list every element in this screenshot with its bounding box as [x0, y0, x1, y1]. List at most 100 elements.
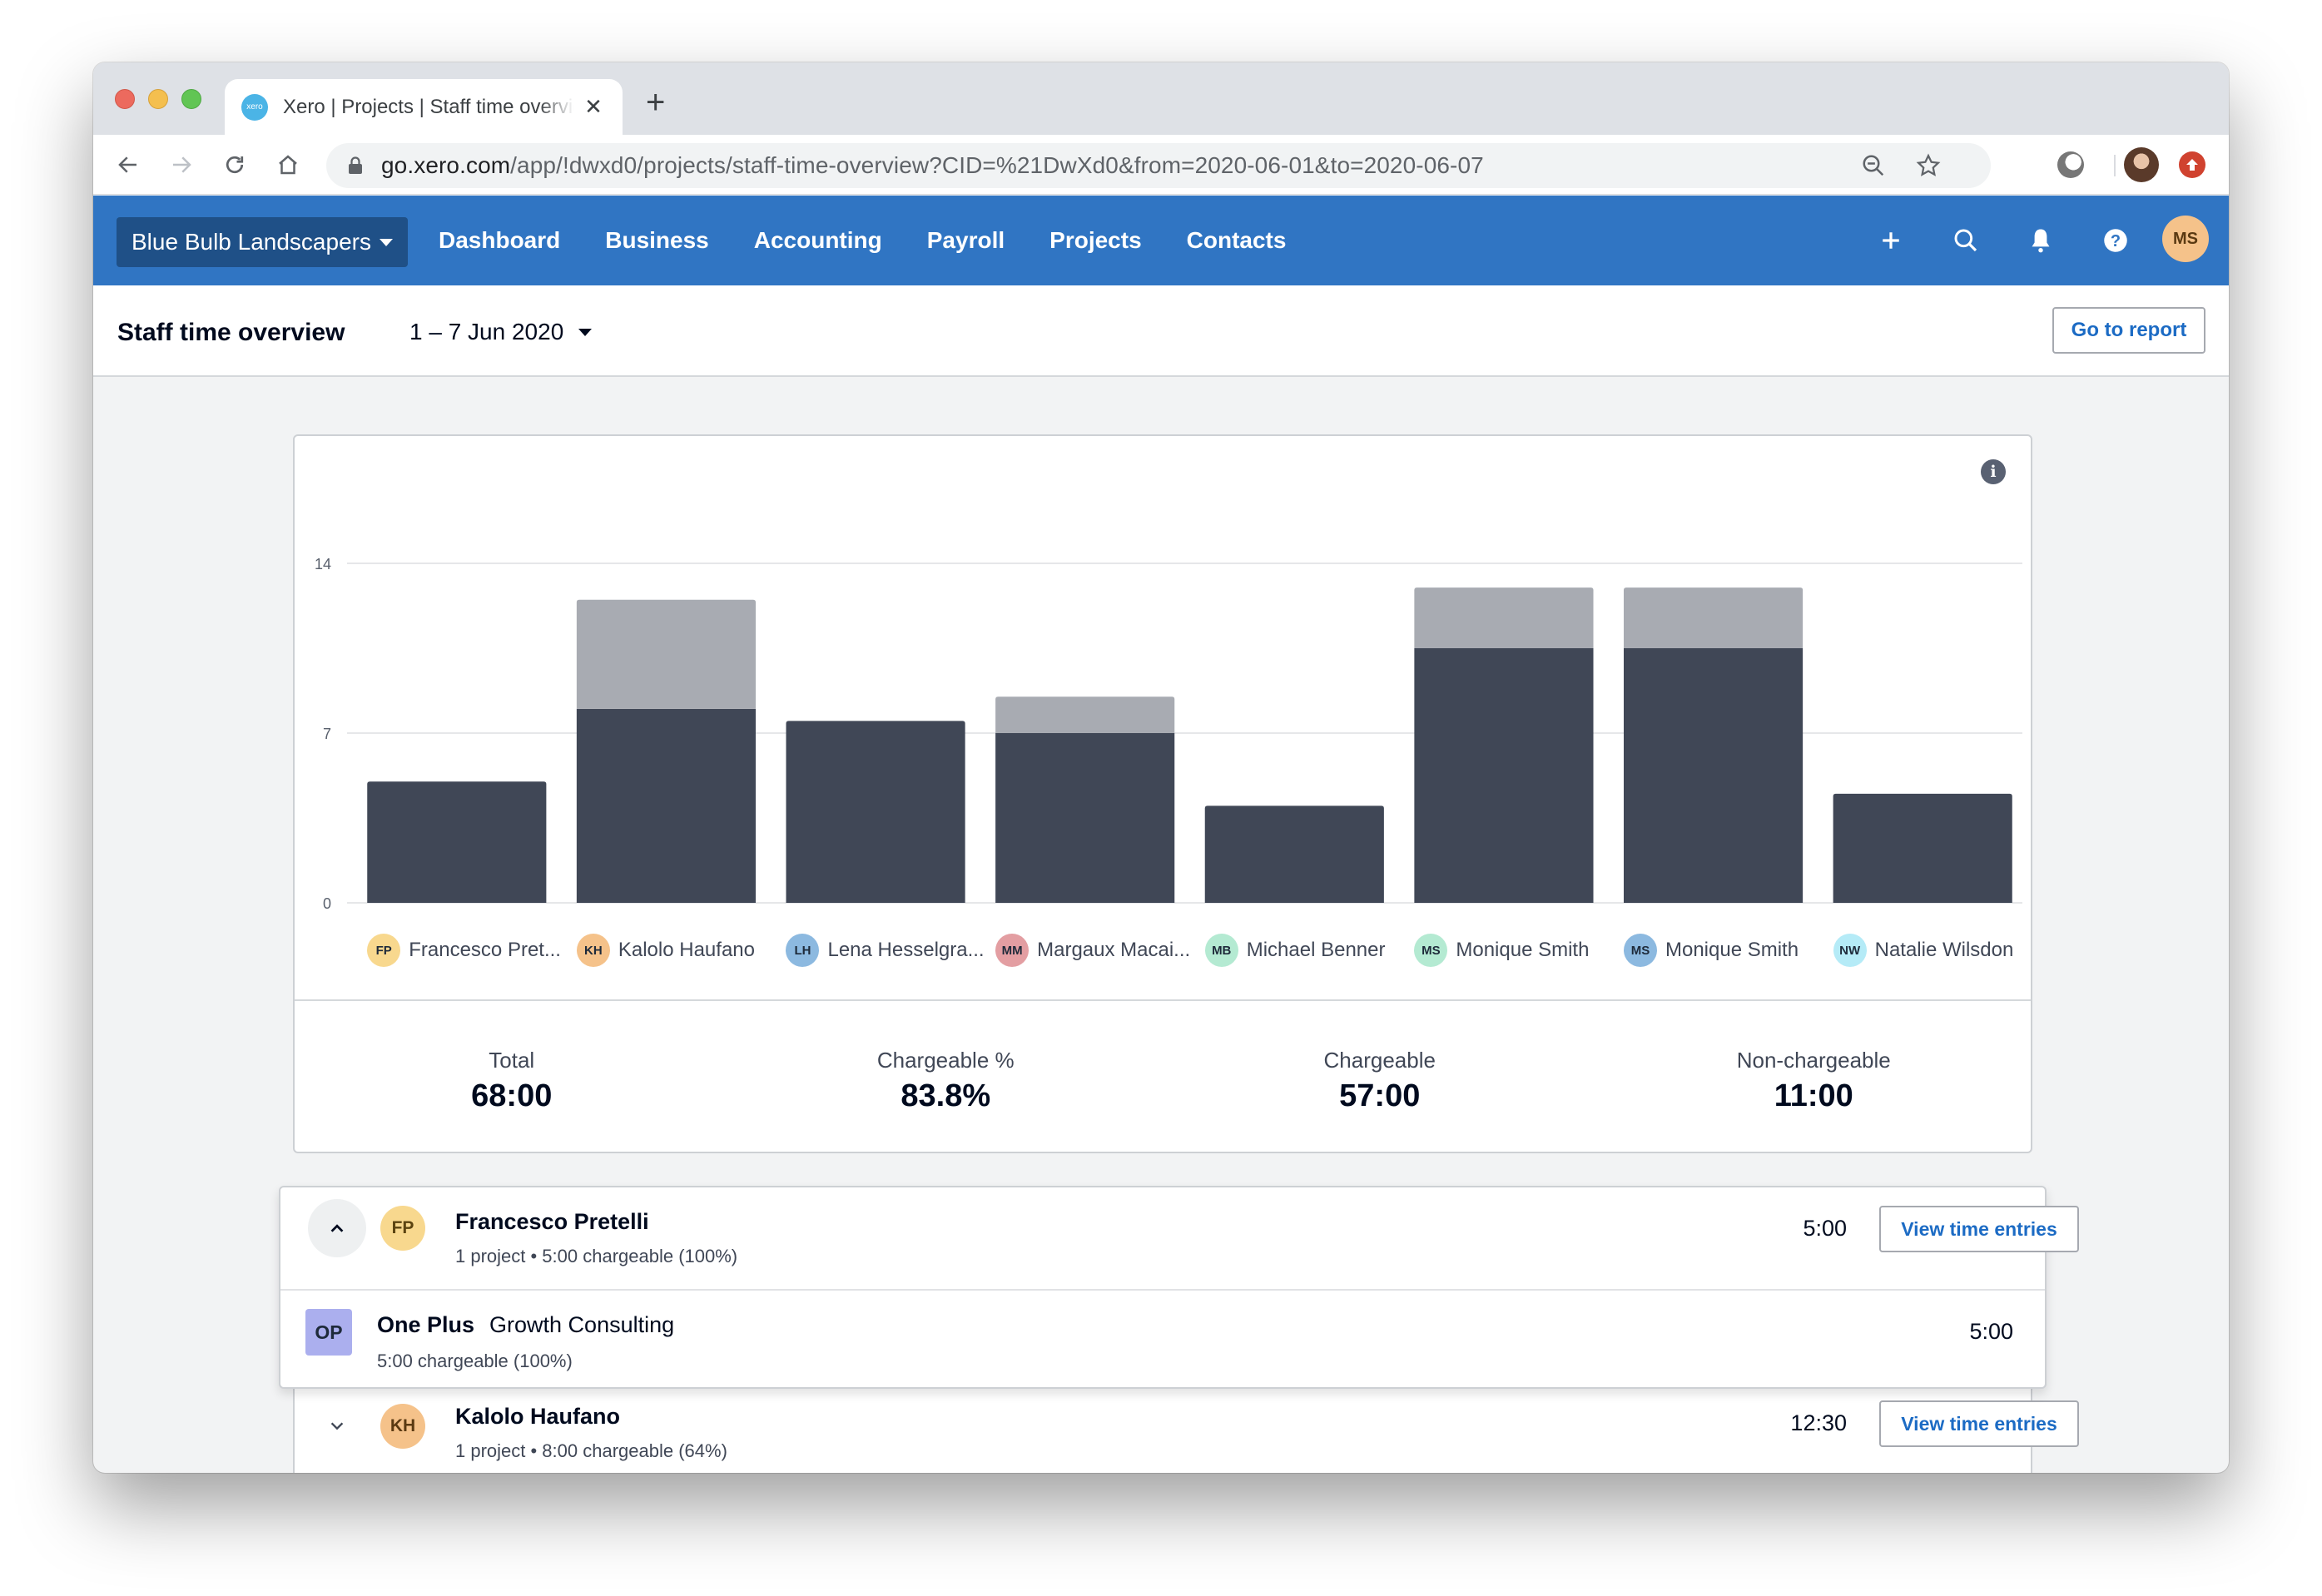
bookmark-star-icon[interactable] — [1916, 153, 1941, 178]
nav-contacts[interactable]: Contacts — [1187, 227, 1287, 254]
y-tick-label: 0 — [323, 895, 331, 912]
y-tick-label: 14 — [315, 556, 331, 572]
back-button[interactable] — [113, 150, 143, 180]
stat-label: Chargeable % — [876, 1048, 1015, 1073]
bar-group[interactable] — [576, 599, 757, 903]
tab-strip: xero Xero | Projects | Staff time overvi… — [93, 62, 2229, 135]
legend-item[interactable]: KH Kalolo Haufano — [576, 932, 755, 969]
collapse-button[interactable] — [308, 1199, 366, 1257]
stat-value: 68:00 — [471, 1078, 553, 1113]
profile-avatar[interactable] — [2124, 147, 2159, 182]
bar-chargeable[interactable] — [576, 708, 757, 903]
browser-window: xero Xero | Projects | Staff time overvi… — [93, 62, 2229, 1473]
zoom-out-icon[interactable] — [1861, 153, 1886, 178]
org-name: Blue Bulb Landscapers — [131, 229, 371, 255]
new-tab-button[interactable]: + — [646, 86, 665, 119]
nav-business[interactable]: Business — [605, 227, 709, 254]
legend-item[interactable]: LH Lena Hesselgra... — [786, 932, 985, 969]
legend-label: Margaux Macai... — [1037, 939, 1191, 961]
maximize-window-button[interactable] — [181, 89, 201, 109]
stat-label: Non-chargeable — [1736, 1048, 1891, 1073]
browser-tab[interactable]: xero Xero | Projects | Staff time overvi… — [225, 79, 623, 135]
legend-item[interactable]: MM Margaux Macai... — [995, 932, 1190, 969]
plus-icon — [1883, 232, 1899, 249]
legend-item[interactable]: MS Monique Smith — [1414, 932, 1589, 969]
arrow-left-icon — [118, 156, 136, 173]
staff-time-chart: 0 7 14 — [315, 556, 2022, 912]
legend-avatar: KH — [576, 934, 610, 967]
notifications-button[interactable] — [2024, 224, 2057, 257]
bar-chargeable[interactable] — [1833, 793, 2012, 903]
staff-row-header: FP Francesco Pretelli 1 project • 5:00 c… — [280, 1187, 2079, 1289]
bar-non-chargeable[interactable] — [1623, 587, 1804, 648]
tab-title: Xero | Projects | Staff time overview — [283, 95, 574, 118]
bar-non-chargeable[interactable] — [576, 599, 757, 709]
legend-item[interactable]: FP Francesco Pret... — [367, 932, 561, 969]
staff-name[interactable]: Kalolo Haufano — [455, 1404, 620, 1430]
close-window-button[interactable] — [115, 89, 135, 109]
legend-item[interactable]: MS Monique Smith — [1623, 932, 1799, 969]
expand-button[interactable] — [308, 1397, 366, 1455]
bar-group[interactable] — [786, 721, 965, 903]
legend-item[interactable]: NW Natalie Wilsdon — [1833, 932, 2014, 969]
bar-group[interactable] — [1833, 793, 2012, 903]
legend-item[interactable]: MB Michael Benner — [1204, 932, 1386, 969]
bar-chargeable[interactable] — [786, 721, 965, 903]
help-button[interactable]: ? — [2099, 224, 2132, 257]
stat-label: Total — [489, 1048, 535, 1073]
project-meta: 5:00 chargeable (100%) — [377, 1351, 573, 1371]
reload-button[interactable] — [220, 150, 250, 180]
stat-label: Chargeable — [1323, 1048, 1436, 1073]
extension-icon[interactable] — [2057, 151, 2084, 178]
xero-favicon-icon: xero — [241, 93, 268, 121]
view-time-entries-button[interactable]: View time entries — [1879, 1206, 2079, 1252]
svg-text:?: ? — [2111, 232, 2121, 250]
nav-payroll[interactable]: Payroll — [927, 227, 1005, 254]
home-button[interactable] — [273, 150, 303, 180]
user-avatar[interactable]: MS — [2162, 216, 2209, 262]
stat-chargeable: Chargeable 57:00 — [1163, 1001, 1597, 1153]
nav-projects[interactable]: Projects — [1049, 227, 1142, 254]
bar-group[interactable] — [1623, 587, 1804, 903]
bar-chargeable[interactable] — [1414, 648, 1594, 903]
staff-name[interactable]: Francesco Pretelli — [455, 1209, 649, 1235]
legend-label: Natalie Wilsdon — [1874, 939, 2014, 961]
stat-non-chargeable: Non-chargeable 11:00 — [1597, 1001, 2032, 1153]
legend-label: Kalolo Haufano — [618, 939, 755, 961]
bar-non-chargeable[interactable] — [1414, 587, 1594, 648]
nav-dashboard[interactable]: Dashboard — [439, 227, 560, 254]
project-name: Growth Consulting — [489, 1312, 675, 1337]
staff-row-expanded: FP Francesco Pretelli 1 project • 5:00 c… — [279, 1186, 2079, 1389]
add-button[interactable] — [1874, 224, 1908, 257]
bar-group[interactable] — [367, 781, 547, 903]
view-time-entries-button[interactable]: View time entries — [1879, 1400, 2079, 1447]
close-tab-icon[interactable]: ✕ — [581, 94, 606, 120]
date-range-picker[interactable]: 1 – 7 Jun 2020 — [409, 319, 593, 345]
main-nav: Dashboard Business Accounting Payroll Pr… — [439, 196, 1331, 285]
bar-chargeable[interactable] — [1623, 648, 1804, 903]
bar-group[interactable] — [995, 696, 1175, 903]
legend-avatar: MS — [1623, 934, 1657, 967]
legend-label: Francesco Pret... — [409, 939, 561, 961]
help-icon: ? — [2104, 229, 2127, 252]
bar-non-chargeable[interactable] — [995, 696, 1175, 733]
bar-group[interactable] — [1414, 587, 1594, 903]
bar-chargeable[interactable] — [1204, 805, 1384, 903]
address-bar[interactable]: go.xero.com/app/!dwxd0/projects/staff-ti… — [326, 143, 1991, 188]
forward-button[interactable] — [166, 150, 196, 180]
nav-accounting[interactable]: Accounting — [754, 227, 882, 254]
bar-group[interactable] — [1204, 805, 1384, 903]
browser-toolbar: go.xero.com/app/!dwxd0/projects/staff-ti… — [93, 135, 2229, 195]
update-icon[interactable] — [2179, 151, 2205, 178]
summary-stats: Total 68:00 Chargeable % 83.8% Chargeabl… — [295, 999, 2031, 1153]
search-button[interactable] — [1949, 224, 1982, 257]
org-switcher[interactable]: Blue Bulb Landscapers — [117, 217, 408, 267]
go-to-report-button[interactable]: Go to report — [2052, 307, 2205, 354]
legend-avatar: MM — [995, 934, 1030, 967]
legend-label: Monique Smith — [1665, 939, 1799, 961]
bar-chargeable[interactable] — [995, 733, 1175, 903]
staff-row: KH Kalolo Haufano 1 project • 8:00 charg… — [293, 1389, 2079, 1473]
project-title[interactable]: One Plus Growth Consulting — [377, 1312, 674, 1338]
minimize-window-button[interactable] — [148, 89, 168, 109]
bar-chargeable[interactable] — [367, 781, 547, 903]
